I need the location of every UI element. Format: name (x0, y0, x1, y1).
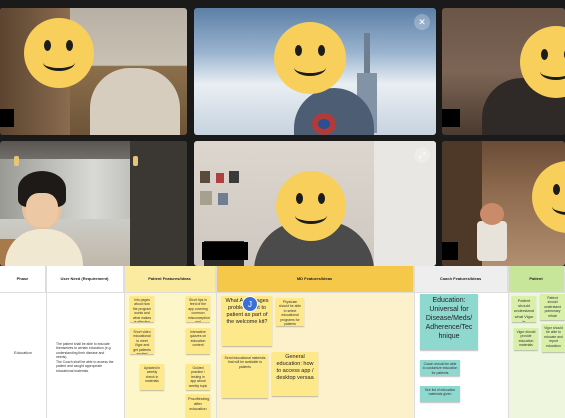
sticky-note[interactable]: Updated in weekly check in materials (140, 364, 164, 390)
sticky-note[interactable]: Physician should be able to select educa… (276, 298, 304, 326)
smiley-face-icon (24, 18, 94, 88)
sticky-note[interactable]: Education: Universal for Disease/Meds/ A… (420, 294, 478, 350)
sticky-note[interactable]: See list of education materials given (420, 386, 460, 402)
sticky-note[interactable]: Vigor should provide education materials (514, 328, 538, 350)
participant-name-bar (0, 109, 14, 127)
row-label-education: Education (14, 350, 32, 355)
participant-name-bar (442, 242, 458, 260)
participant-tile-3[interactable] (442, 8, 565, 135)
participant-tile-1[interactable] (0, 8, 187, 135)
sticky-note[interactable]: Short video educational to meet Vigor an… (130, 328, 154, 354)
participant-tile-5[interactable]: ⤢ (194, 141, 436, 266)
column-header-md: MD Features/Ideas (216, 266, 414, 292)
expand-icon[interactable]: ⤢ (414, 147, 430, 163)
sticky-note[interactable]: Guided practice / testing in app about w… (186, 364, 210, 390)
sticky-note[interactable]: Info pages about how the program works a… (130, 296, 154, 322)
participant-tile-2[interactable]: ✕ (194, 8, 436, 135)
participant-tile-4[interactable] (0, 141, 187, 266)
participant-name-bar (202, 242, 248, 260)
sticky-note[interactable]: Vigor should be able to educate and repo… (542, 324, 565, 352)
sticky-note[interactable]: Send educational materials that will be … (222, 354, 268, 398)
sticky-note[interactable]: Patient should understand what Vigor is (512, 296, 536, 322)
user-need-text: The patient shall be able to educate the… (56, 342, 114, 373)
column-header-patient: Patient Features/Ideas (124, 266, 216, 292)
sticky-note[interactable]: Short tips in feed of the app covering c… (186, 296, 210, 322)
participant-name-bar (442, 109, 460, 127)
sticky-note[interactable]: Patient should understand pulmonary reha… (540, 294, 565, 320)
sticky-note[interactable]: General education: how to access app / d… (272, 352, 318, 396)
column-header-phase: Phase (0, 266, 46, 292)
sticky-note[interactable]: Prooftesting after education (186, 394, 210, 418)
shared-whiteboard[interactable]: Phase User Need (Requirement) Patient Fe… (0, 266, 565, 418)
mic-muted-icon: ✕ (414, 14, 430, 30)
sticky-note[interactable]: Interactive quizzes on education content (186, 328, 210, 354)
column-header-patient-extra: Patient (508, 266, 565, 292)
participant-tile-6[interactable] (442, 141, 565, 266)
column-header-coach: Coach Features/Ideas (414, 266, 508, 292)
sticky-note[interactable]: Coach should be able to customize educat… (420, 360, 460, 376)
smiley-face-icon (274, 22, 346, 94)
column-header-user-need: User Need (Requirement) (46, 266, 124, 292)
user-avatar: J (242, 296, 258, 312)
smiley-face-icon (532, 161, 565, 233)
smiley-face-icon (276, 171, 346, 241)
